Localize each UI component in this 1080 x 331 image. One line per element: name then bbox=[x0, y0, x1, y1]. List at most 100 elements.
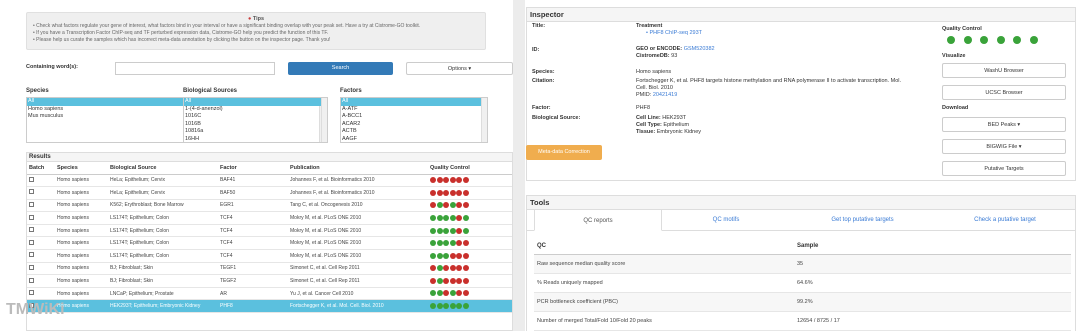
factors-listbox[interactable]: All A-ATF A-BCC1 ACAR2 ACTB AAGF bbox=[340, 97, 488, 143]
search-input[interactable] bbox=[115, 62, 275, 75]
batch-checkbox[interactable] bbox=[29, 189, 34, 195]
table-row[interactable]: Homo sapiens LS174T; Epithelium; Colon TCF… bbox=[27, 224, 512, 238]
qc-dot-icon bbox=[456, 303, 462, 310]
bigwig-file-dropdown[interactable]: BIGWIG File ▾ bbox=[942, 139, 1066, 154]
inspector-title: Inspector bbox=[527, 8, 1075, 22]
bio-source-cell: HeLa; Epithelium; Cervix bbox=[108, 186, 218, 200]
results-table: Batch Species Biological Source Factor P… bbox=[27, 162, 512, 314]
search-label: Containing word(s): bbox=[26, 64, 78, 70]
list-item[interactable]: All bbox=[184, 98, 327, 106]
qc-dot-icon bbox=[456, 189, 462, 196]
table-row[interactable]: Homo sapiens HeLa; Epithelium; Cervix BAF4… bbox=[27, 174, 512, 188]
list-item[interactable]: 10816a bbox=[184, 128, 327, 136]
options-dropdown[interactable]: Options ▾ bbox=[406, 62, 513, 75]
bio-source-label: Biological Source: bbox=[532, 115, 581, 121]
qc-dot-icon bbox=[436, 202, 443, 209]
qc-dot-icon bbox=[449, 227, 456, 234]
batch-checkbox[interactable] bbox=[29, 227, 34, 233]
title-link[interactable]: • PHF8 ChIP-seq 293T bbox=[636, 30, 916, 37]
factor-cell: TCF4 bbox=[218, 224, 288, 238]
geo-link[interactable]: GSM520382 bbox=[684, 46, 715, 52]
batch-checkbox-cell bbox=[27, 199, 55, 213]
batch-checkbox[interactable] bbox=[29, 290, 34, 296]
publication-cell: Simonet C, et al. Cell Rep 2011 bbox=[288, 262, 428, 276]
tab-qc-reports[interactable]: QC reports bbox=[534, 209, 662, 231]
table-row[interactable]: Homo sapiens HeLa; Epithelium; Cervix BAF5… bbox=[27, 186, 512, 200]
qc-cell bbox=[428, 186, 512, 200]
table-row[interactable]: Homo sapiens K562; Erythroblast; Bone Mar… bbox=[27, 199, 512, 213]
batch-checkbox[interactable] bbox=[29, 176, 34, 182]
list-item[interactable]: ACAR2 bbox=[341, 121, 487, 129]
list-item[interactable]: ACTB bbox=[341, 128, 487, 136]
qc-dot-icon bbox=[443, 303, 449, 310]
bio-filter: Biological Sources All 1-(4-d-anenzol) 1… bbox=[183, 88, 328, 144]
factors-filter-title: Factors bbox=[340, 88, 362, 94]
scrollbar[interactable] bbox=[481, 98, 487, 142]
qc-dot-icon bbox=[430, 202, 436, 209]
col-header: Batch bbox=[27, 162, 55, 175]
tips-title: Tips bbox=[252, 16, 265, 22]
qc-dot-icon bbox=[436, 177, 443, 184]
batch-checkbox[interactable] bbox=[29, 264, 34, 270]
list-item[interactable]: 16HH bbox=[184, 136, 327, 143]
table-row[interactable]: Homo sapiens LNCaP; Epithelium; Prostate A… bbox=[27, 287, 512, 301]
bed-peaks-dropdown[interactable]: BED Peaks ▾ bbox=[942, 117, 1066, 132]
qc-dot-icon bbox=[462, 252, 469, 259]
batch-checkbox-cell bbox=[27, 186, 55, 200]
scrollbar[interactable] bbox=[321, 98, 327, 142]
bio-source-cell: K562; Erythroblast; Bone Marrow bbox=[108, 199, 218, 213]
qc-cell bbox=[428, 249, 512, 263]
washu-browser-button[interactable]: WashU Browser bbox=[942, 63, 1066, 78]
batch-checkbox[interactable] bbox=[29, 214, 34, 220]
tab-check-target[interactable]: Check a putative target bbox=[935, 209, 1075, 231]
tip-line: • If you have a Transcription Factor ChI… bbox=[33, 30, 329, 36]
batch-checkbox[interactable] bbox=[29, 277, 34, 283]
table-row[interactable]: Homo sapiens BJ; Fibroblast; Skin TEGF2 Sim… bbox=[27, 274, 512, 288]
table-row[interactable]: Homo sapiens LS174T; Epithelium; Colon TCF… bbox=[27, 236, 512, 251]
table-row: PCR bottleneck coefficient (PBC) 99.2% bbox=[534, 292, 1071, 312]
qc-dot-icon bbox=[462, 214, 469, 221]
table-row[interactable]: Homo sapiens HEK293T; Epithelium; Embryon… bbox=[27, 299, 512, 314]
qc-dot-icon bbox=[436, 303, 443, 310]
list-item[interactable]: 1016B bbox=[184, 121, 327, 129]
bio-filter-title: Biological Sources bbox=[183, 88, 238, 94]
batch-checkbox-cell bbox=[27, 249, 55, 263]
list-item[interactable]: 1016C bbox=[184, 113, 327, 121]
table-row[interactable]: Homo sapiens LS174T; Epithelium; Colon TCF… bbox=[27, 211, 512, 225]
ucsc-browser-button[interactable]: UCSC Browser bbox=[942, 85, 1066, 100]
cell-type-label: Cell Type: bbox=[636, 122, 662, 128]
col-header: Publication bbox=[288, 162, 428, 175]
search-button[interactable]: Search bbox=[288, 62, 393, 75]
watermark-logo: TMWiKi bbox=[6, 301, 65, 318]
qc-cell bbox=[428, 274, 512, 288]
list-item[interactable]: 1-(4-d-anenzol) bbox=[184, 106, 327, 114]
table-row: % Reads uniquely mapped 64.6% bbox=[534, 273, 1071, 293]
cistrome-id: 93 bbox=[671, 53, 678, 59]
tissue-label: Tissue: bbox=[636, 129, 656, 135]
species-cell: Homo sapiens bbox=[55, 287, 108, 301]
geo-label: GEO or ENCODE: bbox=[636, 46, 683, 52]
bulb-icon: ● bbox=[247, 16, 252, 22]
qc-pass-icon bbox=[1013, 36, 1021, 44]
table-row[interactable]: Homo sapiens BJ; Fibroblast; Skin TEGF1 Sim… bbox=[27, 262, 512, 276]
tab-top-targets[interactable]: Get top putative targets bbox=[790, 209, 935, 231]
meta-data-correction-button[interactable]: Meta-data Correction bbox=[526, 145, 602, 160]
list-item[interactable]: A-ATF bbox=[341, 106, 487, 114]
batch-checkbox[interactable] bbox=[29, 252, 34, 258]
batch-checkbox[interactable] bbox=[29, 201, 34, 207]
batch-checkbox-cell bbox=[27, 224, 55, 238]
qc-dot-icon bbox=[449, 290, 456, 297]
bio-source-cell: HEK293T; Epithelium; Embryonic Kidney bbox=[108, 299, 218, 314]
tab-qc-motifs[interactable]: QC motifs bbox=[662, 209, 790, 231]
bio-listbox[interactable]: All 1-(4-d-anenzol) 1016C 1016B 10816a 1… bbox=[183, 97, 328, 143]
putative-targets-button[interactable]: Putative Targets bbox=[942, 161, 1066, 176]
cistrome-label: CistromeDB: bbox=[636, 53, 670, 59]
qc-dot-icon bbox=[436, 214, 443, 221]
table-row[interactable]: Homo sapiens LS174T; Epithelium; Colon TCF… bbox=[27, 249, 512, 263]
qc-dot-icon bbox=[436, 265, 443, 272]
pmid-link[interactable]: 20421419 bbox=[653, 92, 677, 98]
list-item[interactable]: A-BCC1 bbox=[341, 113, 487, 121]
list-item[interactable]: All bbox=[341, 98, 487, 106]
list-item[interactable]: AAGF bbox=[341, 136, 487, 143]
batch-checkbox[interactable] bbox=[29, 239, 34, 245]
